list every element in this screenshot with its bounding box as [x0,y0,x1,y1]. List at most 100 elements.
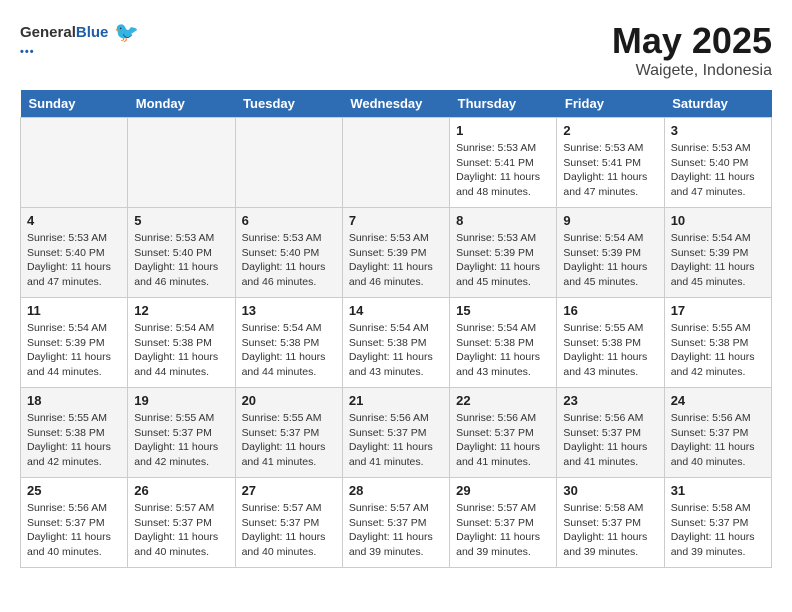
day-info: Sunrise: 5:53 AMSunset: 5:41 PMDaylight:… [563,142,647,198]
day-number: 15 [456,303,550,318]
day-info: Sunrise: 5:53 AMSunset: 5:41 PMDaylight:… [456,142,540,198]
day-info: Sunrise: 5:57 AMSunset: 5:37 PMDaylight:… [242,502,326,558]
day-cell: 21 Sunrise: 5:56 AMSunset: 5:37 PMDayligh… [342,388,449,478]
day-cell: 22 Sunrise: 5:56 AMSunset: 5:37 PMDayligh… [450,388,557,478]
day-info: Sunrise: 5:58 AMSunset: 5:37 PMDaylight:… [671,502,755,558]
day-number: 30 [563,483,657,498]
day-cell: 19 Sunrise: 5:55 AMSunset: 5:37 PMDayligh… [128,388,235,478]
day-number: 29 [456,483,550,498]
calendar-table: SundayMondayTuesdayWednesdayThursdayFrid… [20,90,772,568]
calendar-week-row: 4 Sunrise: 5:53 AMSunset: 5:40 PMDaylight… [21,208,772,298]
day-info: Sunrise: 5:54 AMSunset: 5:39 PMDaylight:… [671,232,755,288]
day-number: 1 [456,123,550,138]
empty-cell [21,118,128,208]
month-title: May 2025 [612,20,772,62]
day-number: 3 [671,123,765,138]
day-number: 5 [134,213,228,228]
day-info: Sunrise: 5:56 AMSunset: 5:37 PMDaylight:… [563,412,647,468]
day-number: 4 [27,213,121,228]
day-number: 16 [563,303,657,318]
day-number: 7 [349,213,443,228]
day-info: Sunrise: 5:54 AMSunset: 5:38 PMDaylight:… [456,322,540,378]
day-cell: 26 Sunrise: 5:57 AMSunset: 5:37 PMDayligh… [128,478,235,568]
header-day-wednesday: Wednesday [342,90,449,118]
day-info: Sunrise: 5:53 AMSunset: 5:40 PMDaylight:… [242,232,326,288]
day-info: Sunrise: 5:55 AMSunset: 5:38 PMDaylight:… [27,412,111,468]
day-cell: 16Sunrise: 5:55 AMSunset: 5:38 PMDayligh… [557,298,664,388]
day-info: Sunrise: 5:58 AMSunset: 5:37 PMDaylight:… [563,502,647,558]
calendar-week-row: 25Sunrise: 5:56 AMSunset: 5:37 PMDayligh… [21,478,772,568]
day-cell: 2Sunrise: 5:53 AMSunset: 5:41 PMDaylight… [557,118,664,208]
day-cell: 30 Sunrise: 5:58 AMSunset: 5:37 PMDayligh… [557,478,664,568]
day-info: Sunrise: 5:53 AMSunset: 5:40 PMDaylight:… [671,142,755,198]
day-info: Sunrise: 5:57 AMSunset: 5:37 PMDaylight:… [349,502,433,558]
title-block: May 2025 Waigete, Indonesia [612,20,772,80]
day-number: 8 [456,213,550,228]
day-number: 9 [563,213,657,228]
logo-bird-icon: 🐦 [114,20,139,45]
day-info: Sunrise: 5:56 AMSunset: 5:37 PMDaylight:… [456,412,540,468]
day-number: 27 [242,483,336,498]
day-info: Sunrise: 5:57 AMSunset: 5:37 PMDaylight:… [134,502,218,558]
day-number: 21 [349,393,443,408]
day-info: Sunrise: 5:53 AMSunset: 5:39 PMDaylight:… [349,232,433,288]
day-number: 22 [456,393,550,408]
day-number: 10 [671,213,765,228]
day-cell: 20 Sunrise: 5:55 AMSunset: 5:37 PMDayligh… [235,388,342,478]
day-info: Sunrise: 5:54 AMSunset: 5:39 PMDaylight:… [27,322,111,378]
empty-cell [128,118,235,208]
empty-cell [235,118,342,208]
day-number: 14 [349,303,443,318]
empty-cell [342,118,449,208]
day-cell: 28 Sunrise: 5:57 AMSunset: 5:37 PMDayligh… [342,478,449,568]
day-info: Sunrise: 5:56 AMSunset: 5:37 PMDaylight:… [671,412,755,468]
day-cell: 14 Sunrise: 5:54 AMSunset: 5:38 PMDayligh… [342,298,449,388]
header-day-friday: Friday [557,90,664,118]
day-info: Sunrise: 5:55 AMSunset: 5:37 PMDaylight:… [242,412,326,468]
day-number: 11 [27,303,121,318]
logo: GeneralBlue 🐦 ••• [20,20,139,58]
day-number: 20 [242,393,336,408]
calendar-week-row: 1 Sunrise: 5:53 AMSunset: 5:41 PMDaylight… [21,118,772,208]
day-number: 28 [349,483,443,498]
day-info: Sunrise: 5:55 AMSunset: 5:38 PMDaylight:… [671,322,755,378]
day-number: 19 [134,393,228,408]
day-cell: 1 Sunrise: 5:53 AMSunset: 5:41 PMDaylight… [450,118,557,208]
day-cell: 7 Sunrise: 5:53 AMSunset: 5:39 PMDaylight… [342,208,449,298]
day-cell: 23 Sunrise: 5:56 AMSunset: 5:37 PMDayligh… [557,388,664,478]
day-cell: 31 Sunrise: 5:58 AMSunset: 5:37 PMDayligh… [664,478,771,568]
day-number: 31 [671,483,765,498]
day-number: 26 [134,483,228,498]
calendar-week-row: 11 Sunrise: 5:54 AMSunset: 5:39 PMDayligh… [21,298,772,388]
day-cell: 13Sunrise: 5:54 AMSunset: 5:38 PMDayligh… [235,298,342,388]
day-cell: 11 Sunrise: 5:54 AMSunset: 5:39 PMDayligh… [21,298,128,388]
day-info: Sunrise: 5:56 AMSunset: 5:37 PMDaylight:… [349,412,433,468]
day-number: 17 [671,303,765,318]
day-info: Sunrise: 5:54 AMSunset: 5:38 PMDaylight:… [349,322,433,378]
day-cell: 24Sunrise: 5:56 AMSunset: 5:37 PMDayligh… [664,388,771,478]
day-cell: 29 Sunrise: 5:57 AMSunset: 5:37 PMDayligh… [450,478,557,568]
day-number: 23 [563,393,657,408]
day-number: 18 [27,393,121,408]
header-day-thursday: Thursday [450,90,557,118]
day-info: Sunrise: 5:57 AMSunset: 5:37 PMDaylight:… [456,502,540,558]
header-day-monday: Monday [128,90,235,118]
day-info: Sunrise: 5:53 AMSunset: 5:40 PMDaylight:… [134,232,218,288]
day-number: 12 [134,303,228,318]
day-info: Sunrise: 5:54 AMSunset: 5:39 PMDaylight:… [563,232,647,288]
header-day-saturday: Saturday [664,90,771,118]
day-info: Sunrise: 5:53 AMSunset: 5:39 PMDaylight:… [456,232,540,288]
header-day-tuesday: Tuesday [235,90,342,118]
day-cell: 3 Sunrise: 5:53 AMSunset: 5:40 PMDaylight… [664,118,771,208]
location-title: Waigete, Indonesia [612,62,772,80]
day-number: 6 [242,213,336,228]
logo-general: General [20,24,76,41]
day-cell: 12Sunrise: 5:54 AMSunset: 5:38 PMDayligh… [128,298,235,388]
day-cell: 27 Sunrise: 5:57 AMSunset: 5:37 PMDayligh… [235,478,342,568]
day-info: Sunrise: 5:55 AMSunset: 5:37 PMDaylight:… [134,412,218,468]
day-number: 13 [242,303,336,318]
day-info: Sunrise: 5:53 AMSunset: 5:40 PMDaylight:… [27,232,111,288]
day-cell: 6 Sunrise: 5:53 AMSunset: 5:40 PMDaylight… [235,208,342,298]
day-cell: 4 Sunrise: 5:53 AMSunset: 5:40 PMDaylight… [21,208,128,298]
logo-blue: Blue [76,24,109,41]
